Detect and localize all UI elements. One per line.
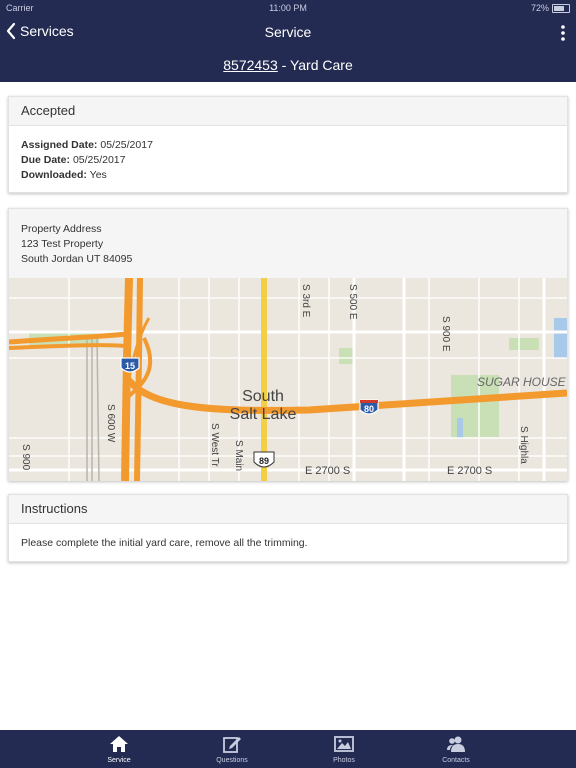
downloaded-value: Yes: [89, 169, 107, 181]
tab-photos[interactable]: Photos: [304, 730, 384, 768]
battery-indicator: 72%: [531, 3, 570, 13]
tab-bar: Service Questions Photos Contacts: [0, 730, 576, 768]
header-separator: -: [277, 57, 290, 73]
due-date-row: Due Date: 05/25/2017: [21, 153, 555, 168]
status-card-title: Accepted: [9, 97, 567, 126]
tab-contacts-label: Contacts: [442, 757, 470, 764]
map-street-600-w: S 600 W: [105, 404, 116, 443]
page-title: Service: [264, 24, 312, 40]
address-line-2: South Jordan UT 84095: [21, 253, 133, 265]
photos-icon: [334, 736, 354, 752]
map-street-3rd-e: S 3rd E: [300, 284, 311, 318]
tab-questions-label: Questions: [216, 757, 248, 764]
instructions-card: Instructions Please complete the initial…: [8, 494, 568, 562]
i80-shield-label: 80: [364, 404, 374, 414]
order-number-link[interactable]: 8572453: [223, 57, 278, 73]
status-bar: Carrier 11:00 PM 72%: [0, 0, 576, 16]
status-card: Accepted Assigned Date: 05/25/2017 Due D…: [8, 96, 568, 193]
i15-shield-label: 15: [125, 361, 135, 371]
us89-shield-label: 89: [259, 456, 269, 466]
property-map[interactable]: 15 80 89 South Salt Lake SUGAR HOUSE S 3…: [9, 278, 567, 481]
instructions-card-title: Instructions: [9, 495, 567, 524]
tab-photos-label: Photos: [333, 757, 355, 764]
map-street-highland: S Highla: [518, 426, 529, 464]
contacts-icon: [447, 736, 465, 752]
map-street-500-e: S 500 E: [347, 284, 358, 320]
map-city-label-1: South: [242, 388, 284, 405]
instructions-text: Please complete the initial yard care, r…: [21, 537, 308, 549]
map-street-900-w: S 900: [20, 444, 31, 471]
due-date-value: 05/25/2017: [72, 154, 126, 166]
clock: 11:00 PM: [269, 3, 307, 13]
i15-shield-icon: 15: [120, 357, 140, 373]
map-street-main: S Main: [233, 440, 244, 471]
map-neighborhood-label: SUGAR HOUSE: [477, 375, 567, 389]
address-line-1: 123 Test Property: [21, 238, 104, 250]
status-details: Assigned Date: 05/25/2017 Due Date: 05/2…: [9, 126, 567, 183]
assigned-date-label: Assigned Date:: [21, 139, 98, 151]
property-address: Property Address 123 Test Property South…: [9, 209, 567, 280]
due-date-label: Due Date:: [21, 154, 71, 166]
assigned-date-row: Assigned Date: 05/25/2017: [21, 138, 555, 153]
address-card: Property Address 123 Test Property South…: [8, 208, 568, 481]
more-options-icon[interactable]: [560, 24, 566, 42]
service-type: Yard Care: [289, 57, 353, 73]
map-street-west-temple: S West Tr: [209, 423, 220, 467]
service-header: 8572453 - Yard Care: [0, 48, 576, 82]
address-label: Property Address: [21, 223, 102, 235]
edit-icon: [223, 737, 241, 753]
tab-service[interactable]: Service: [79, 730, 159, 768]
map-street-2700-a: E 2700 S: [305, 465, 350, 477]
assigned-date-value: 05/25/2017: [100, 139, 153, 151]
map-street-900-e: S 900 E: [440, 316, 451, 352]
map-city-label-2: Salt Lake: [230, 406, 297, 423]
battery-icon: [552, 3, 570, 13]
navigation-bar: Services Service: [0, 16, 576, 48]
map-street-2700-b: E 2700 S: [447, 465, 492, 477]
i80-shield-icon: 80: [359, 399, 379, 415]
tab-contacts[interactable]: Contacts: [416, 730, 496, 768]
tab-questions[interactable]: Questions: [192, 730, 272, 768]
downloaded-label: Downloaded:: [21, 169, 87, 181]
home-icon: [110, 736, 128, 752]
battery-percent: 72%: [530, 3, 549, 13]
tab-service-label: Service: [107, 757, 131, 764]
downloaded-row: Downloaded: Yes: [21, 168, 555, 183]
us89-shield-icon: 89: [253, 451, 275, 468]
main-content: Accepted Assigned Date: 05/25/2017 Due D…: [0, 82, 576, 730]
